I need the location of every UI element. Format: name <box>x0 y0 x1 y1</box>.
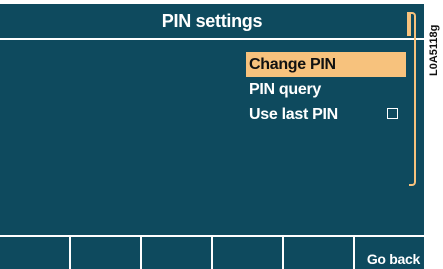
softkey-bar: Go back <box>0 237 424 269</box>
scrollbar-thumb[interactable] <box>407 12 411 36</box>
scrollbar[interactable] <box>409 12 416 186</box>
menu-item-pin-query[interactable]: PIN query <box>246 77 406 102</box>
title-bar: PIN settings <box>0 4 424 38</box>
page-title: PIN settings <box>161 10 263 31</box>
softkey-5[interactable] <box>284 237 353 269</box>
softkey-2[interactable] <box>71 237 140 269</box>
figure-code: L0A5118g <box>428 24 440 76</box>
menu-item-label: Change PIN <box>249 56 336 73</box>
go-back-button[interactable]: Go back <box>355 237 424 269</box>
display-screen: PIN settings Change PIN PIN query Use la… <box>0 0 424 269</box>
menu-item-label: Use last PIN <box>249 106 338 123</box>
softkey-1[interactable] <box>0 237 69 269</box>
menu-item-label: PIN query <box>249 81 321 98</box>
use-last-pin-checkbox[interactable] <box>387 108 398 119</box>
menu-item-change-pin[interactable]: Change PIN <box>246 52 406 77</box>
main-panel: Change PIN PIN query Use last PIN <box>0 38 424 235</box>
softkey-4[interactable] <box>213 237 282 269</box>
pin-menu: Change PIN PIN query Use last PIN <box>246 52 406 127</box>
softkey-3[interactable] <box>142 237 211 269</box>
menu-item-use-last-pin[interactable]: Use last PIN <box>246 102 406 127</box>
